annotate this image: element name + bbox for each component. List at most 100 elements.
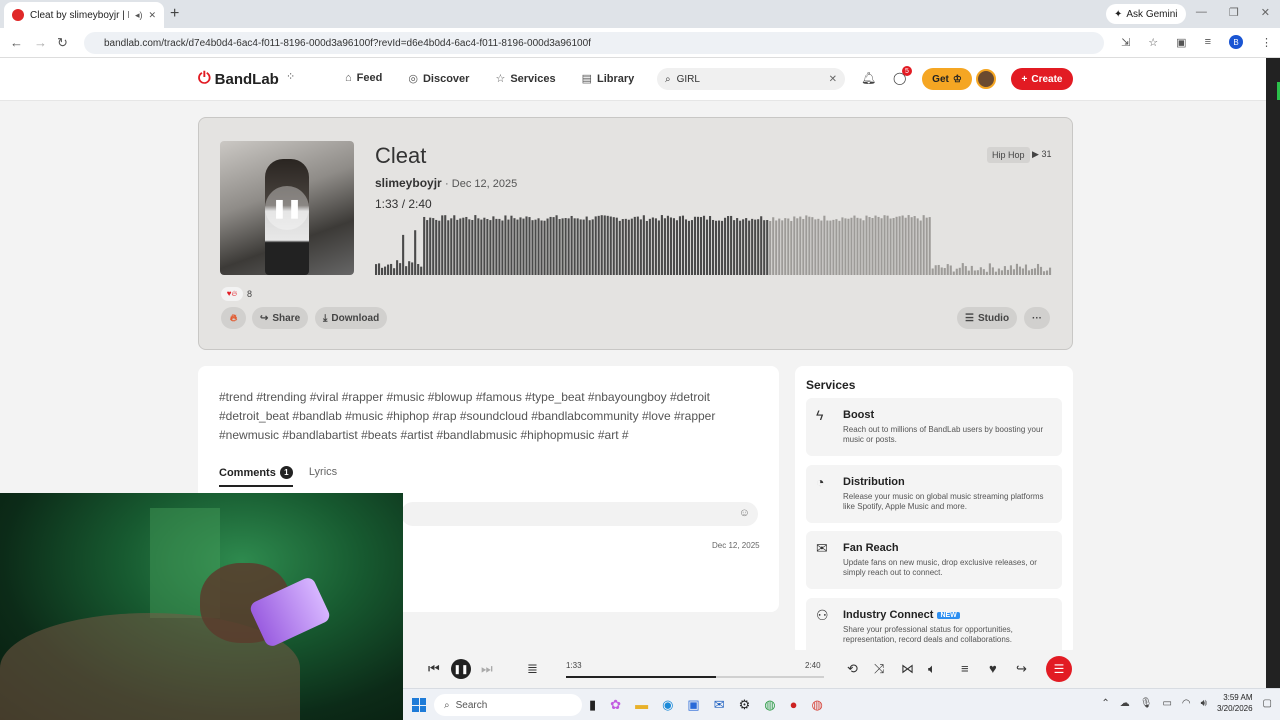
microphone-icon[interactable]: 🎙︎ xyxy=(1140,698,1153,709)
url-field[interactable]: bandlab.com/track/d7e4b0d4-6ac4-f011-819… xyxy=(84,32,1104,54)
more-options-button[interactable]: ··· xyxy=(1024,307,1050,329)
waveform[interactable] xyxy=(375,215,1052,275)
track-cover-art[interactable]: ❚❚ xyxy=(220,141,354,275)
player-menu-button[interactable]: ☰ xyxy=(1046,656,1072,682)
forward-icon[interactable]: → xyxy=(34,35,47,50)
waveform-bar xyxy=(645,220,648,275)
studio-button[interactable]: ☰ Studio xyxy=(957,307,1018,329)
app-icon[interactable]: ● xyxy=(790,697,798,713)
notifications-bell-icon[interactable]: 🔔︎ xyxy=(861,71,876,85)
profile-avatar[interactable]: B xyxy=(1229,35,1243,49)
windows-start-icon[interactable] xyxy=(412,698,426,712)
outlook-icon[interactable]: ✉ xyxy=(714,697,725,713)
minimize-icon[interactable]: — xyxy=(1196,6,1207,19)
download-button[interactable]: ⤓ Download xyxy=(315,307,388,329)
nav-discover[interactable]: ◎ Discover xyxy=(408,72,469,85)
browser-menu-icon[interactable]: ⋮ xyxy=(1261,36,1272,49)
audio-playing-icon[interactable]: ◂) xyxy=(135,10,143,21)
volume-icon[interactable]: 🔈︎ xyxy=(928,661,936,677)
display-icon[interactable]: ▭ xyxy=(1162,698,1171,709)
search-input[interactable]: ⌕ GIRL ✕ xyxy=(657,68,845,90)
chrome-alt-icon[interactable]: ◍ xyxy=(811,697,822,713)
repeat-icon[interactable]: ⟲ xyxy=(847,661,858,677)
close-window-icon[interactable]: ✕ xyxy=(1261,6,1270,19)
waveform-bar xyxy=(597,215,600,275)
speaker-icon[interactable]: 🔊︎ xyxy=(1201,698,1207,709)
player-progress[interactable] xyxy=(566,676,824,678)
notifications-icon[interactable]: ▢ xyxy=(1263,698,1272,709)
waveform-bar xyxy=(693,216,697,275)
like-heart-icon[interactable]: ♥ xyxy=(989,661,997,676)
user-avatar[interactable] xyxy=(976,69,996,89)
extensions-icon[interactable]: ▣ xyxy=(1176,36,1186,49)
previous-icon[interactable]: ⏮ xyxy=(428,661,440,677)
waveform-bar xyxy=(850,217,853,275)
clear-search-icon[interactable]: ✕ xyxy=(829,74,837,85)
taskbar-search[interactable]: ⌕ Search xyxy=(434,694,582,716)
restore-icon[interactable]: ❐ xyxy=(1229,6,1239,19)
store-icon[interactable]: ▣ xyxy=(687,697,699,713)
nav-services[interactable]: ☆ Services xyxy=(495,72,555,85)
waveform-bar xyxy=(435,219,438,275)
apps-grid-icon[interactable]: ⁘ xyxy=(286,70,302,86)
queue-icon[interactable]: ≣ xyxy=(527,661,538,677)
service-boost[interactable]: ϟ Boost Reach out to millions of BandLab… xyxy=(806,398,1062,456)
crown-icon: ♔ xyxy=(952,73,962,85)
service-fan-reach[interactable]: ✉ Fan Reach Update fans on new music, dr… xyxy=(806,531,1062,589)
waveform-bar xyxy=(642,215,645,275)
wifi-icon[interactable]: ◠ xyxy=(1182,698,1191,709)
share-button[interactable]: ↪ Share xyxy=(252,307,309,329)
waveform-bar xyxy=(492,216,495,275)
taskbar-search-label: Search xyxy=(455,699,488,711)
nav-library-label: Library xyxy=(596,73,635,85)
media-control-icon[interactable]: ≡ xyxy=(1205,36,1211,48)
comment-input[interactable]: ☺ xyxy=(401,502,758,526)
edge-icon[interactable]: ◉ xyxy=(662,697,673,713)
autoplay-icon[interactable]: ⋈ xyxy=(901,661,914,677)
track-artist[interactable]: slimeyboyjr xyxy=(375,176,442,190)
chatgpt-icon[interactable]: ⚙ xyxy=(739,697,751,713)
copilot-icon[interactable]: ✿ xyxy=(610,697,621,713)
genre-tag[interactable]: Hip Hop xyxy=(987,147,1030,163)
play-pause-button[interactable]: ❚❚ xyxy=(451,659,471,679)
install-app-icon[interactable]: ⇲ xyxy=(1121,36,1130,49)
playlist-add-icon[interactable]: ≡ xyxy=(961,661,969,676)
waveform-bar xyxy=(570,215,573,275)
onedrive-icon[interactable]: ☁ xyxy=(1120,698,1130,709)
nav-feed[interactable]: ⌂ Feed xyxy=(345,72,382,85)
file-explorer-icon[interactable]: ▬ xyxy=(635,697,648,713)
emoji-icon[interactable]: ☺ xyxy=(739,507,750,519)
reload-icon[interactable]: ↻ xyxy=(57,35,68,51)
cover-pause-button[interactable]: ❚❚ xyxy=(265,186,309,230)
logo-text: BandLab xyxy=(214,70,279,88)
bookmark-star-icon[interactable]: ☆ xyxy=(1148,36,1158,49)
waveform-bar xyxy=(718,220,721,275)
service-industry-connect[interactable]: ⚇ Industry Connect NEW Share your profess… xyxy=(806,598,1062,656)
back-icon[interactable]: ← xyxy=(10,35,23,50)
tray-chevron-icon[interactable]: ⌃ xyxy=(1101,698,1109,709)
waveform-bar xyxy=(865,215,868,275)
tab-lyrics[interactable]: Lyrics xyxy=(309,466,337,487)
waveform-bar xyxy=(790,220,793,275)
next-icon[interactable]: ⏭ xyxy=(481,661,493,677)
create-button[interactable]: + Create xyxy=(1011,68,1073,90)
waveform-bar xyxy=(811,217,814,275)
browser-tab[interactable]: Cleat by slimeyboyjr | BandLab ◂) ✕ xyxy=(4,2,164,28)
bandlab-logo[interactable]: ⏻ BandLab xyxy=(198,70,279,88)
reactions-icon[interactable]: ♥🔥︎ xyxy=(221,287,243,301)
share-icon[interactable]: ↪ xyxy=(1016,661,1027,677)
windows-taskbar: ⌕ Search ▮ ✿ ▬ ◉ ▣ ✉ ⚙ ◍ ● ◍ ⌃ ☁ 🎙︎ ▭ ◠ … xyxy=(403,688,1280,720)
chrome-icon[interactable]: ◍ xyxy=(764,697,775,713)
close-tab-icon[interactable]: ✕ xyxy=(148,10,156,21)
tab-comments[interactable]: Comments 1 xyxy=(219,466,293,487)
distribution-icon: ◔ xyxy=(816,474,825,490)
task-view-icon[interactable]: ▮ xyxy=(589,697,596,713)
fire-react-button[interactable]: 🔥︎ xyxy=(221,307,246,329)
new-tab-button[interactable]: + xyxy=(170,5,179,23)
get-membership-button[interactable]: Get ♔ xyxy=(922,68,972,90)
service-distribution[interactable]: ◔ Distribution Release your music on glo… xyxy=(806,465,1062,523)
shuffle-icon[interactable]: ⤨ xyxy=(874,661,884,677)
ask-gemini-button[interactable]: ✦ Ask Gemini xyxy=(1106,4,1186,24)
nav-library[interactable]: ▤ Library xyxy=(582,72,635,85)
clock[interactable]: 3:59 AM 3/20/2026 xyxy=(1217,692,1253,714)
